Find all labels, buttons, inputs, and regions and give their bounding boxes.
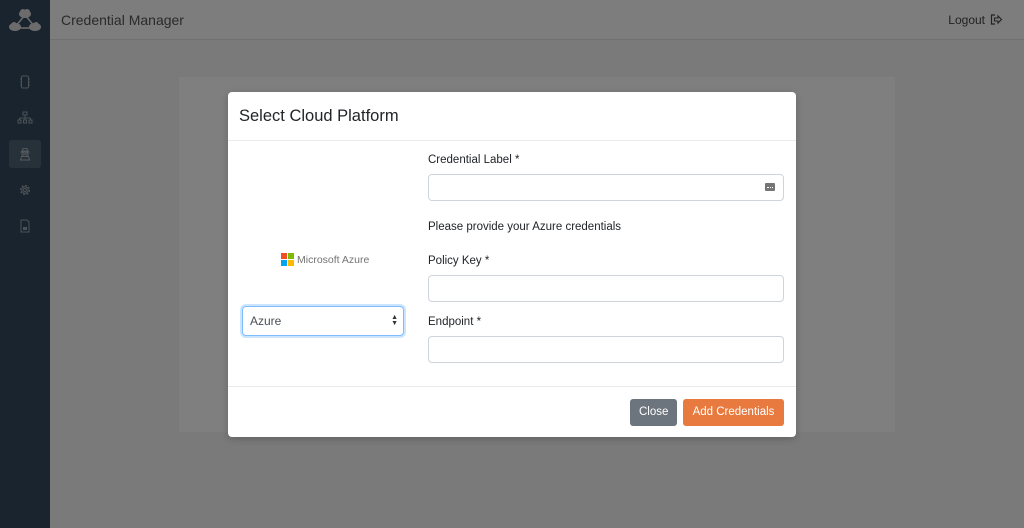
- platform-select-value: Azure: [250, 314, 282, 328]
- modal-body: Microsoft Azure Azure ▲ ▼ Credential Labe…: [228, 141, 796, 387]
- microsoft-logo-icon: [281, 253, 294, 266]
- password-manager-icon[interactable]: [765, 183, 775, 191]
- policy-key-input[interactable]: [428, 275, 784, 302]
- platform-brand: Microsoft Azure: [281, 253, 369, 266]
- credential-label-input[interactable]: [428, 174, 784, 201]
- platform-brand-label: Microsoft Azure: [297, 253, 370, 266]
- endpoint-input[interactable]: [428, 336, 784, 363]
- select-cloud-platform-modal: Select Cloud Platform Microsoft Azure Az…: [228, 92, 796, 437]
- select-arrows-icon: ▲ ▼: [391, 314, 398, 327]
- modal-title: Select Cloud Platform: [239, 106, 399, 125]
- modal-footer: Close Add Credentials: [228, 387, 796, 437]
- azure-help-text: Please provide your Azure credentials: [428, 221, 622, 233]
- policy-key-label: Policy Key *: [428, 255, 490, 267]
- close-button[interactable]: Close: [630, 398, 677, 426]
- endpoint-label: Endpoint *: [428, 316, 482, 328]
- modal-header: Select Cloud Platform: [228, 92, 796, 141]
- credential-label-label: Credential Label *: [428, 154, 520, 166]
- add-credentials-button[interactable]: Add Credentials: [683, 398, 784, 426]
- platform-select[interactable]: Azure ▲ ▼: [242, 306, 404, 336]
